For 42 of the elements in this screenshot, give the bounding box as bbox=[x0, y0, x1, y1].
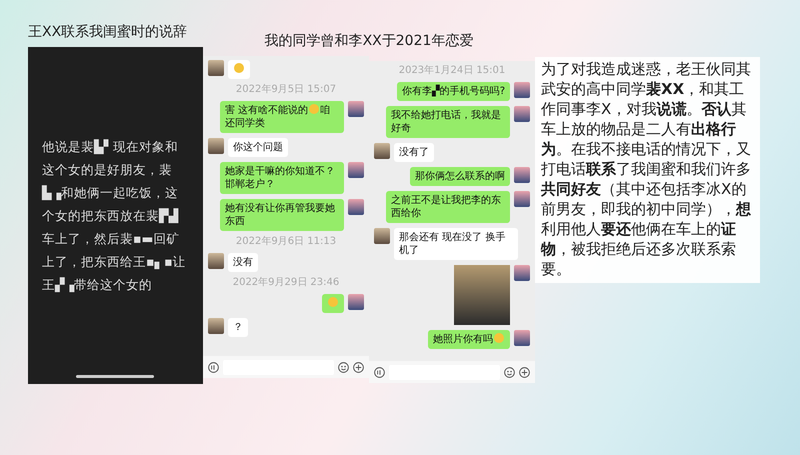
timestamp: 2023年1月24日 15:01 bbox=[398, 65, 506, 77]
message-text: 他说是裴▙▘现在对象和这个女的是好朋友，裴▙▗和她俩一起吃饭，这个女的把东西放在裴▛▟车上了，然后裴▪▬回矿上了，把东西给王▪▖▪让王▞▗带给这个女的 bbox=[40, 138, 187, 294]
avatar-placeholder bbox=[348, 199, 364, 215]
avatar-placeholder bbox=[514, 106, 530, 122]
message-bubble: 她家是干嘛的你知道不？邯郸老户？ bbox=[220, 162, 344, 194]
avatar-placeholder bbox=[514, 82, 530, 98]
plus-icon[interactable] bbox=[353, 362, 364, 372]
plus-icon[interactable] bbox=[519, 366, 530, 378]
message-bubble: 之前王不是让我把李的东西给你 bbox=[386, 191, 510, 223]
message-bubble: 她照片你有吗 bbox=[428, 330, 510, 349]
timestamp: 2022年9月5日 15:07 bbox=[234, 84, 338, 96]
avatar-placeholder bbox=[348, 294, 364, 310]
panel-title: 我的同学曾和李XX于2021年恋爱 bbox=[264, 32, 474, 51]
message-bubble: 她有没有让你再管我要她东西 bbox=[220, 199, 344, 231]
timestamp: 2022年9月6日 11:13 bbox=[234, 236, 338, 248]
avatar-placeholder bbox=[208, 253, 224, 269]
message-bubble: 没有 bbox=[228, 253, 258, 272]
message-bubble: 那会还有 现在没了 换手机了 bbox=[394, 228, 518, 260]
avatar-placeholder bbox=[514, 265, 530, 281]
message-bubble: 害 这有啥不能说的 咱还同学类 bbox=[220, 101, 344, 133]
avatar-placeholder bbox=[208, 318, 224, 334]
avatar-placeholder bbox=[348, 101, 364, 117]
panel-title: 王XX联系我闺蜜时的说辞 bbox=[28, 23, 188, 42]
message-bubble: 我不给她打电话，我就是好奇 bbox=[386, 106, 510, 138]
avatar-placeholder bbox=[208, 138, 224, 154]
emoji-icon[interactable] bbox=[338, 362, 349, 372]
emoji-icon[interactable] bbox=[504, 366, 515, 378]
statement-text: 为了对我造成迷惑，老王伙同其武安的高中同学裴XX，和其工作同事李X，对我说谎。否认其车上放的物品是二人有出格行为。在我不接电话的情况下，又打电话联系了我闺蜜和我们许多共同好友（其中还包括李冰X的前男友，即我的初中同学），想利用他人要还他俩在车上的证物，被我拒绝后还多次联系索要。 bbox=[535, 57, 760, 283]
avatar-placeholder bbox=[208, 60, 224, 76]
message-bubble: 那你俩怎么联系的啊 bbox=[410, 167, 510, 186]
avatar-placeholder bbox=[348, 162, 364, 178]
avatar-placeholder bbox=[514, 191, 530, 207]
avatar-placeholder bbox=[374, 143, 390, 159]
avatar-placeholder bbox=[514, 330, 530, 346]
avatar-placeholder bbox=[514, 167, 530, 183]
photo-placeholder bbox=[454, 265, 510, 325]
timestamp: 2022年9月29日 23:46 bbox=[232, 277, 340, 289]
message-bubble: 没有了 bbox=[394, 143, 434, 162]
message-bubble: 你这个问题 bbox=[228, 138, 288, 157]
message-bubble: 你有李▞的手机号码吗? bbox=[397, 82, 510, 101]
message-bubble: ？ bbox=[228, 318, 248, 337]
avatar-placeholder bbox=[374, 228, 390, 244]
